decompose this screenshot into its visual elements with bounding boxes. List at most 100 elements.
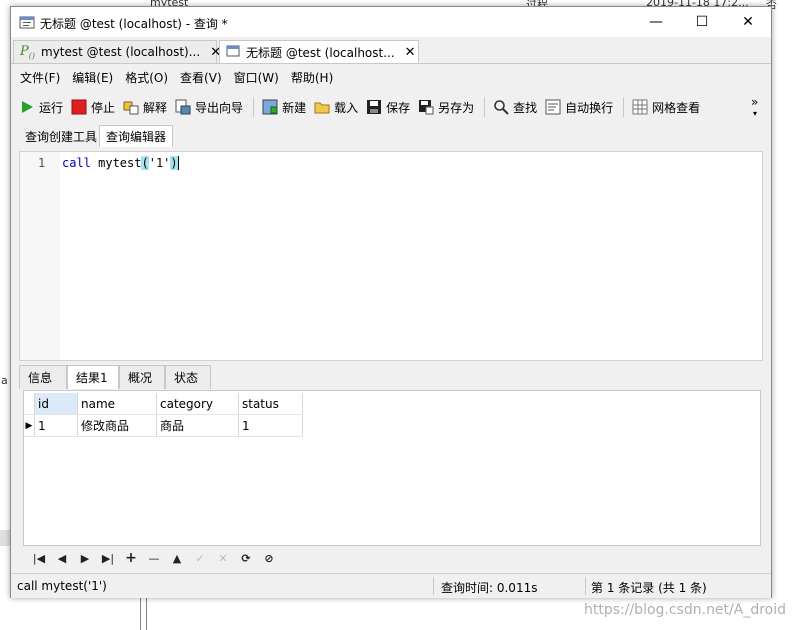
menu-file[interactable]: 文件(F) [20, 69, 60, 86]
stop-loading-button[interactable]: ⊘ [262, 552, 276, 565]
stop-button[interactable]: 停止 [71, 99, 115, 116]
folder-icon [314, 99, 330, 115]
current-row-marker-icon: ▶ [24, 414, 35, 437]
status-separator [433, 577, 434, 595]
prior-record-button[interactable]: ◀ [55, 552, 69, 565]
column-header-name[interactable]: name [77, 393, 157, 415]
load-label: 载入 [334, 100, 359, 115]
code-open-paren: ( [141, 156, 149, 170]
line-number: 1 [38, 156, 46, 170]
code-close-paren: ) [170, 156, 178, 170]
watermark: https://blog.csdn.net/A_droid [584, 602, 787, 618]
status-record-count: 第 1 条记录 (共 1 条) [591, 581, 707, 595]
apply-button[interactable]: ✓ [193, 552, 207, 565]
tab-query-editor[interactable]: 查询编辑器 [99, 125, 174, 147]
title-bar[interactable]: 无标题 @test (localhost) - 查询 * — ☐ ✕ [11, 7, 771, 37]
last-record-button[interactable]: ▶| [101, 552, 115, 565]
code-line[interactable]: call mytest('1')​ [62, 156, 179, 170]
query-app-icon [19, 14, 35, 33]
procedure-icon: P() [20, 43, 35, 61]
column-header-status[interactable]: status [238, 393, 303, 415]
code-keyword: call [62, 156, 91, 170]
grid-view-button[interactable]: 网格查看 [632, 99, 700, 116]
delete-record-button[interactable]: — [147, 552, 161, 565]
toolbar-separator [623, 97, 625, 117]
query-window: 无标题 @test (localhost) - 查询 * — ☐ ✕ P() m… [10, 6, 772, 598]
explain-icon [123, 99, 139, 115]
save-as-label: 另存为 [438, 100, 475, 115]
toolbar: 运行 停止 解释 导出向导 新建 载入 保存 另存为 查找 自动换行 网格查看 [11, 93, 771, 121]
status-bar: call mytest('1') 查询时间: 0.011s 第 1 条记录 (共… [11, 573, 771, 598]
tab-close-icon[interactable]: ✕ [405, 45, 416, 60]
save-as-button[interactable]: 另存为 [418, 99, 474, 116]
status-separator [585, 577, 586, 595]
menu-edit[interactable]: 编辑(E) [72, 69, 113, 86]
export-label: 导出向导 [195, 100, 244, 115]
refresh-button[interactable]: ⟳ [239, 552, 253, 565]
tab-info[interactable]: 信息 [19, 365, 67, 389]
tab-profile[interactable]: 概况 [119, 365, 165, 389]
tab-procedure-mytest[interactable]: P() mytest @test (localhost)... ✕ [13, 40, 221, 63]
table-cell[interactable]: 修改商品 [77, 414, 157, 437]
minimize-button[interactable]: — [633, 7, 679, 37]
code-argument: '1' [148, 156, 171, 170]
add-record-button[interactable]: + [124, 550, 138, 566]
new-label: 新建 [282, 100, 307, 115]
load-button[interactable]: 载入 [314, 99, 358, 116]
run-button[interactable]: 运行 [19, 99, 63, 116]
tab-query-builder[interactable]: 查询创建工具 [19, 125, 103, 147]
grid-view-label: 网格查看 [652, 100, 701, 115]
table-row[interactable]: ▶ 1 修改商品 商品 1 [24, 414, 303, 437]
new-button[interactable]: 新建 [262, 99, 306, 116]
menu-bar: 文件(F) 编辑(E) 格式(O) 查看(V) 窗口(W) 帮助(H) [11, 64, 771, 90]
export-wizard-button[interactable]: 导出向导 [175, 99, 243, 116]
next-record-button[interactable]: ▶ [78, 552, 92, 565]
table-cell[interactable]: 1 [238, 414, 303, 437]
explain-label: 解释 [143, 100, 168, 115]
grid-icon [632, 99, 648, 115]
text-cursor: ​ [177, 156, 179, 170]
cancel-button[interactable]: ✕ [216, 552, 230, 565]
line-gutter [20, 152, 60, 360]
up-button[interactable]: ▲ [170, 552, 184, 565]
bg-divider-1 [140, 596, 141, 630]
column-header-id[interactable]: id [34, 393, 78, 415]
close-button[interactable]: ✕ [725, 7, 771, 37]
find-button[interactable]: 查找 [493, 99, 537, 116]
menu-help[interactable]: 帮助(H) [291, 69, 333, 86]
toolbar-separator [253, 97, 255, 117]
tab-untitled-query[interactable]: 无标题 @test (localhost... ✕ [219, 40, 419, 63]
bg-left-block [0, 530, 10, 546]
save-as-icon [418, 99, 434, 115]
table-cell[interactable]: 商品 [156, 414, 239, 437]
bg-divider-2 [146, 596, 147, 630]
code-procedure-name: mytest [90, 156, 142, 170]
menu-window[interactable]: 窗口(W) [234, 69, 279, 86]
menu-view[interactable]: 查看(V) [180, 69, 222, 86]
maximize-button[interactable]: ☐ [679, 7, 725, 37]
bg-left-char: a [1, 374, 8, 387]
tab-status[interactable]: 状态 [165, 365, 211, 389]
find-label: 查找 [513, 100, 538, 115]
toolbar-overflow-button[interactable]: » [751, 95, 758, 109]
tab-label: mytest @test (localhost)... [41, 45, 201, 59]
run-label: 运行 [39, 100, 64, 115]
chevron-down-icon[interactable]: ▾ [753, 109, 757, 118]
stop-icon [71, 99, 87, 115]
status-sql: call mytest('1') [17, 579, 107, 593]
word-wrap-button[interactable]: 自动换行 [545, 99, 613, 116]
sql-editor[interactable]: 1 call mytest('1')​ [19, 151, 763, 361]
save-label: 保存 [386, 100, 411, 115]
explain-button[interactable]: 解释 [123, 99, 167, 116]
toolbar-separator [484, 97, 486, 117]
save-button[interactable]: 保存 [366, 99, 410, 116]
menu-format[interactable]: 格式(O) [125, 69, 168, 86]
row-header-corner [24, 393, 35, 415]
column-header-category[interactable]: category [156, 393, 239, 415]
tab-result1[interactable]: 结果1 [67, 365, 119, 389]
play-icon [19, 99, 35, 115]
table-cell[interactable]: 1 [34, 414, 78, 437]
first-record-button[interactable]: |◀ [32, 552, 46, 565]
result-grid[interactable]: id name category status ▶ 1 修改商品 商品 1 [23, 390, 761, 546]
record-navigation-bar: |◀ ◀ ▶ ▶| + — ▲ ✓ ✕ ⟳ ⊘ [23, 547, 761, 569]
